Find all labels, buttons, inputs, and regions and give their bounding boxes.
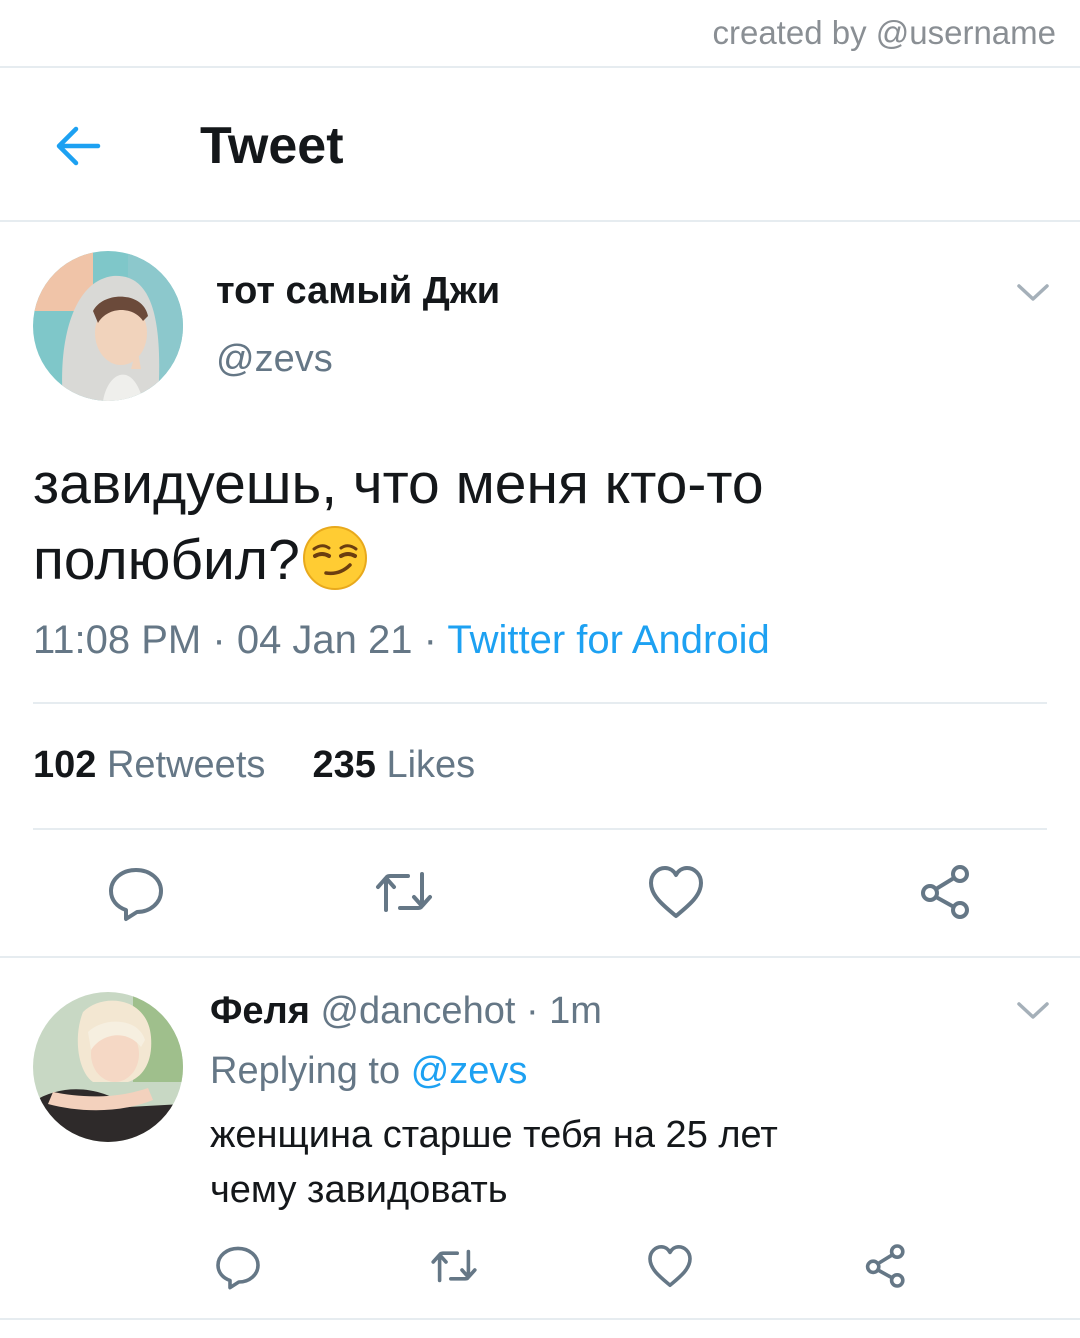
divider (0, 956, 1080, 958)
retweet-icon (376, 872, 432, 912)
likes-stat[interactable]: 235 Likes (313, 744, 476, 786)
like-icon (648, 1245, 692, 1287)
likes-count: 235 (312, 744, 376, 786)
share-button[interactable] (916, 862, 976, 922)
divider (0, 66, 1080, 68)
author-avatar[interactable] (33, 251, 183, 401)
likes-label: Likes (386, 744, 476, 786)
chevron-down-icon (1017, 1002, 1049, 1019)
divider (0, 220, 1080, 222)
share-icon (921, 865, 969, 919)
divider (33, 702, 1047, 704)
page-title: Tweet (200, 117, 344, 175)
meta-separator: · (525, 990, 539, 1032)
chevron-down-icon (1017, 284, 1049, 301)
reply-text-line: женщина старше тебя на 25 лет (210, 1114, 778, 1156)
retweet-button[interactable] (430, 1242, 478, 1290)
reply-text: женщина старше тебя на 25 лет чему завид… (210, 1108, 1010, 1218)
reply-header: Феля @dancehot · 1m (210, 990, 602, 1033)
author-handle[interactable]: @zevs (216, 338, 333, 381)
creator-credit: created by @username (712, 14, 1056, 51)
tweet-source-link[interactable]: Twitter for Android (447, 618, 769, 662)
retweet-button[interactable] (374, 862, 434, 922)
reply-author-avatar[interactable] (33, 992, 183, 1142)
meta-separator: · (423, 618, 437, 662)
like-icon (649, 866, 703, 918)
tweet-stats: 102 Retweets 235 Likes (33, 744, 475, 787)
reply-button[interactable] (106, 862, 166, 922)
tweet-time: 11:08 PM (33, 618, 202, 662)
divider (0, 1318, 1080, 1320)
reply-button[interactable] (214, 1242, 262, 1290)
meta-separator: · (212, 618, 226, 662)
tweet-date: 04 Jan 21 (236, 618, 413, 662)
replying-mention-link[interactable]: @zevs (411, 1050, 528, 1092)
tweet-meta: 11:08 PM · 04 Jan 21 · Twitter for Andro… (33, 618, 770, 663)
replying-to: Replying to @zevs (210, 1050, 527, 1093)
tweet-text: завидуешь, что меня кто-то полюбил? (33, 452, 764, 592)
reply-icon (216, 1246, 260, 1290)
reply-author-name[interactable]: Феля (210, 990, 310, 1032)
retweet-icon (431, 1249, 477, 1283)
divider (33, 828, 1047, 830)
back-arrow-icon (56, 126, 101, 166)
tweet-text-container: завидуешь, что меня кто-то полюбил? (33, 446, 1033, 598)
smirking-face-emoji-icon (302, 526, 367, 590)
share-icon (865, 1244, 905, 1288)
reply-menu-button[interactable] (1016, 1000, 1050, 1022)
replying-prefix: Replying to (210, 1050, 401, 1092)
share-button[interactable] (862, 1242, 910, 1290)
retweets-count: 102 (33, 744, 97, 786)
retweets-stat[interactable]: 102 Retweets (33, 744, 265, 786)
author-name[interactable]: тот самый Джи (216, 270, 500, 313)
reply-author-handle[interactable]: @dancehot (320, 990, 515, 1032)
back-button[interactable] (52, 120, 104, 172)
reply-text-line: чему завидовать (210, 1169, 508, 1211)
reply-age: 1m (549, 990, 602, 1032)
tweet-menu-button[interactable] (1016, 282, 1050, 304)
reply-icon (109, 868, 163, 921)
like-button[interactable] (646, 862, 706, 922)
retweets-label: Retweets (106, 744, 266, 786)
like-button[interactable] (646, 1242, 694, 1290)
